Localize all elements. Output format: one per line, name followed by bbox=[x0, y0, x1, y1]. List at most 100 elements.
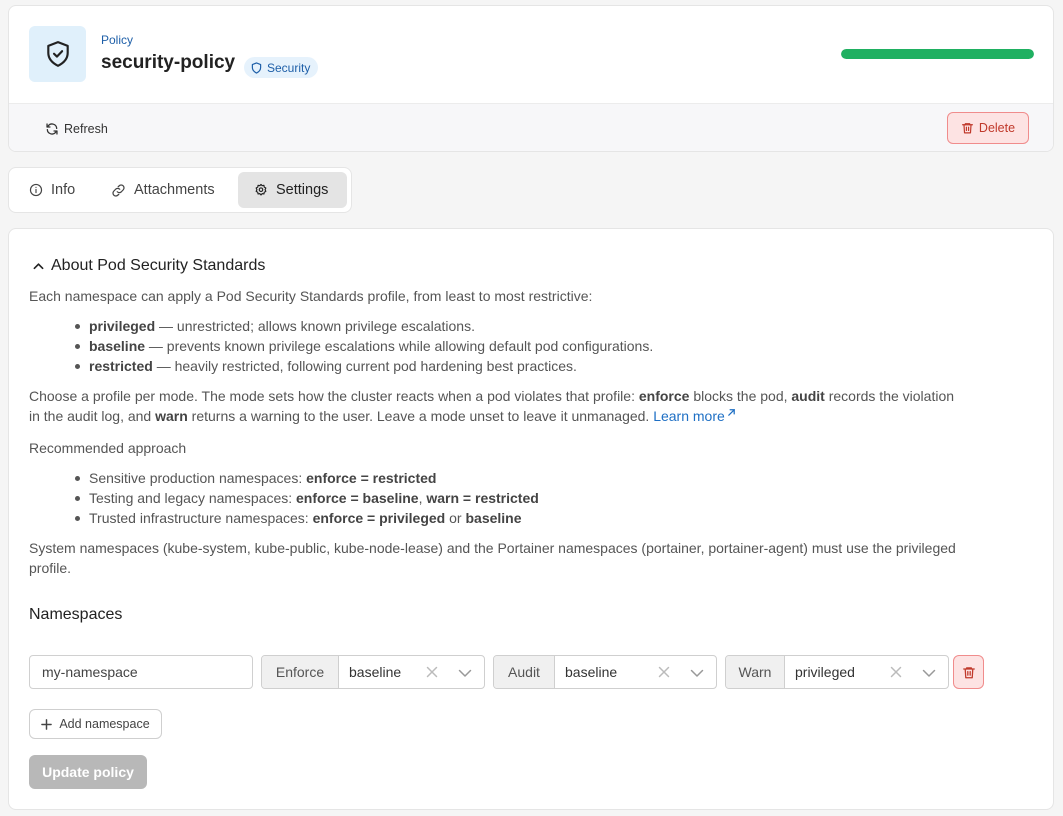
add-namespace-button[interactable]: Add namespace bbox=[29, 709, 162, 739]
shield-check-icon bbox=[46, 41, 69, 67]
policy-name: security-policy bbox=[101, 52, 236, 73]
recommendation-text: Trusted infrastructure namespaces: bbox=[89, 510, 313, 526]
enforce-select[interactable]: baseline bbox=[339, 656, 484, 688]
bullet-dot bbox=[75, 496, 80, 501]
profile-name: privileged bbox=[89, 318, 156, 334]
tab-settings[interactable]: Settings bbox=[238, 172, 347, 208]
system-namespaces-note: System namespaces (kube-system, kube-pub… bbox=[29, 540, 956, 556]
mode-explanation-line-2: in the audit log, and warn returns a war… bbox=[29, 408, 736, 424]
add-namespace-label: Add namespace bbox=[59, 717, 150, 731]
recommendation-item: Sensitive production namespaces: enforce… bbox=[89, 470, 436, 486]
policy-progress-bar bbox=[841, 49, 1034, 59]
warn-value: privileged bbox=[795, 664, 855, 680]
profile-item-privileged: privileged — unrestricted; allows known … bbox=[89, 318, 475, 334]
policy-type-badge: Security bbox=[244, 57, 319, 78]
bullet-dot bbox=[75, 476, 80, 481]
warn-label: Warn bbox=[726, 656, 785, 688]
learn-more-label: Learn more bbox=[653, 408, 725, 424]
delete-label: Delete bbox=[978, 121, 1016, 135]
mode-explanation-line-1: Choose a profile per mode. The mode sets… bbox=[29, 388, 954, 404]
update-policy-button[interactable]: Update policy bbox=[29, 755, 147, 789]
refresh-button[interactable]: Refresh bbox=[39, 117, 114, 141]
policy-header-card: Policy security-policy Security Refresh bbox=[8, 5, 1054, 152]
bullet-dot bbox=[75, 324, 80, 329]
namespaces-title: Namespaces bbox=[29, 606, 123, 623]
chevron-up-icon bbox=[33, 263, 44, 270]
audit-value: baseline bbox=[565, 664, 618, 680]
bullet-dot bbox=[75, 364, 80, 369]
recommendation-setting: enforce = restricted bbox=[306, 470, 437, 486]
tab-attachments-label: Attachments bbox=[134, 182, 215, 198]
recommendation-setting: enforce = baseline bbox=[296, 490, 419, 506]
enforce-value: baseline bbox=[349, 664, 402, 680]
mode-text-part: returns a warning to the user. Leave a m… bbox=[187, 408, 654, 424]
mode-text-part: blocks the pod, bbox=[689, 388, 792, 404]
bullet-dot bbox=[75, 516, 80, 521]
link-icon bbox=[112, 183, 125, 197]
audit-label: Audit bbox=[494, 656, 555, 688]
trash-icon bbox=[961, 123, 973, 134]
bullet-dot bbox=[75, 344, 80, 349]
recommendation-text: Sensitive production namespaces: bbox=[89, 470, 307, 486]
enforce-label: Enforce bbox=[262, 656, 339, 688]
about-pss-toggle[interactable]: About Pod Security Standards bbox=[33, 257, 265, 275]
clear-icon[interactable] bbox=[890, 666, 902, 678]
mode-text-part: records the violation bbox=[824, 388, 955, 404]
warn-mode-field: Warn privileged bbox=[725, 655, 949, 689]
profile-name: restricted bbox=[89, 358, 153, 374]
clear-icon[interactable] bbox=[658, 666, 670, 678]
header-actions-bar: Refresh Delete bbox=[9, 103, 1053, 151]
recommendation-text: or bbox=[445, 510, 466, 526]
system-namespaces-note-cont: profile. bbox=[29, 560, 72, 576]
mode-enforce-term: enforce bbox=[638, 388, 690, 404]
recommendation-item: Testing and legacy namespaces: enforce =… bbox=[89, 490, 539, 506]
recommended-title: Recommended approach bbox=[29, 440, 187, 456]
audit-select[interactable]: baseline bbox=[555, 656, 716, 688]
chevron-down-icon[interactable] bbox=[922, 667, 936, 679]
progress-fill bbox=[841, 49, 1034, 59]
profile-item-restricted: restricted — heavily restricted, followi… bbox=[89, 358, 577, 374]
profile-desc: — prevents known privilege escalations w… bbox=[145, 338, 654, 354]
learn-more-link[interactable]: Learn more bbox=[653, 408, 736, 424]
refresh-icon bbox=[46, 123, 58, 135]
tab-info-label: Info bbox=[51, 182, 76, 198]
about-intro: Each namespace can apply a Pod Security … bbox=[29, 288, 593, 304]
mode-text-part: in the audit log, and bbox=[29, 408, 156, 424]
trash-icon bbox=[962, 666, 975, 678]
chevron-down-icon[interactable] bbox=[690, 667, 704, 679]
chevron-down-icon[interactable] bbox=[458, 667, 472, 679]
clear-icon[interactable] bbox=[426, 666, 438, 678]
delete-button[interactable]: Delete bbox=[947, 112, 1029, 144]
tab-bar: Info Attachments Settings bbox=[8, 167, 352, 213]
warn-select[interactable]: privileged bbox=[785, 656, 948, 688]
remove-namespace-button[interactable] bbox=[953, 655, 984, 689]
mode-audit-term: audit bbox=[791, 388, 825, 404]
gear-icon bbox=[255, 183, 267, 196]
mode-text-part: Choose a profile per mode. The mode sets… bbox=[29, 388, 639, 404]
recommendation-setting: warn = restricted bbox=[426, 490, 539, 506]
tab-attachments[interactable]: Attachments bbox=[95, 172, 231, 208]
refresh-label: Refresh bbox=[64, 122, 108, 136]
policy-icon-box bbox=[29, 26, 86, 82]
tab-settings-label: Settings bbox=[276, 182, 329, 198]
info-icon bbox=[29, 183, 43, 197]
enforce-mode-field: Enforce baseline bbox=[261, 655, 485, 689]
profile-desc: — unrestricted; allows known privilege e… bbox=[155, 318, 475, 334]
recommendation-item: Trusted infrastructure namespaces: enfor… bbox=[89, 510, 522, 526]
tab-info[interactable]: Info bbox=[13, 172, 91, 208]
settings-panel: About Pod Security Standards Each namesp… bbox=[8, 228, 1054, 810]
namespace-name-input[interactable] bbox=[29, 655, 253, 689]
policy-header: Policy security-policy Security bbox=[9, 6, 1053, 103]
mode-warn-term: warn bbox=[155, 408, 188, 424]
type-badge-label: Security bbox=[267, 60, 311, 75]
shield-icon bbox=[251, 61, 262, 74]
external-link-icon bbox=[727, 409, 735, 416]
plus-icon bbox=[41, 718, 53, 730]
recommendation-setting: baseline bbox=[465, 510, 522, 526]
audit-mode-field: Audit baseline bbox=[493, 655, 717, 689]
about-pss-title: About Pod Security Standards bbox=[51, 257, 266, 274]
recommendation-setting: enforce = privileged bbox=[312, 510, 446, 526]
policy-kind-label: Policy bbox=[101, 33, 134, 47]
profile-desc: — heavily restricted, following current … bbox=[152, 358, 577, 374]
profile-item-baseline: baseline — prevents known privilege esca… bbox=[89, 338, 653, 354]
